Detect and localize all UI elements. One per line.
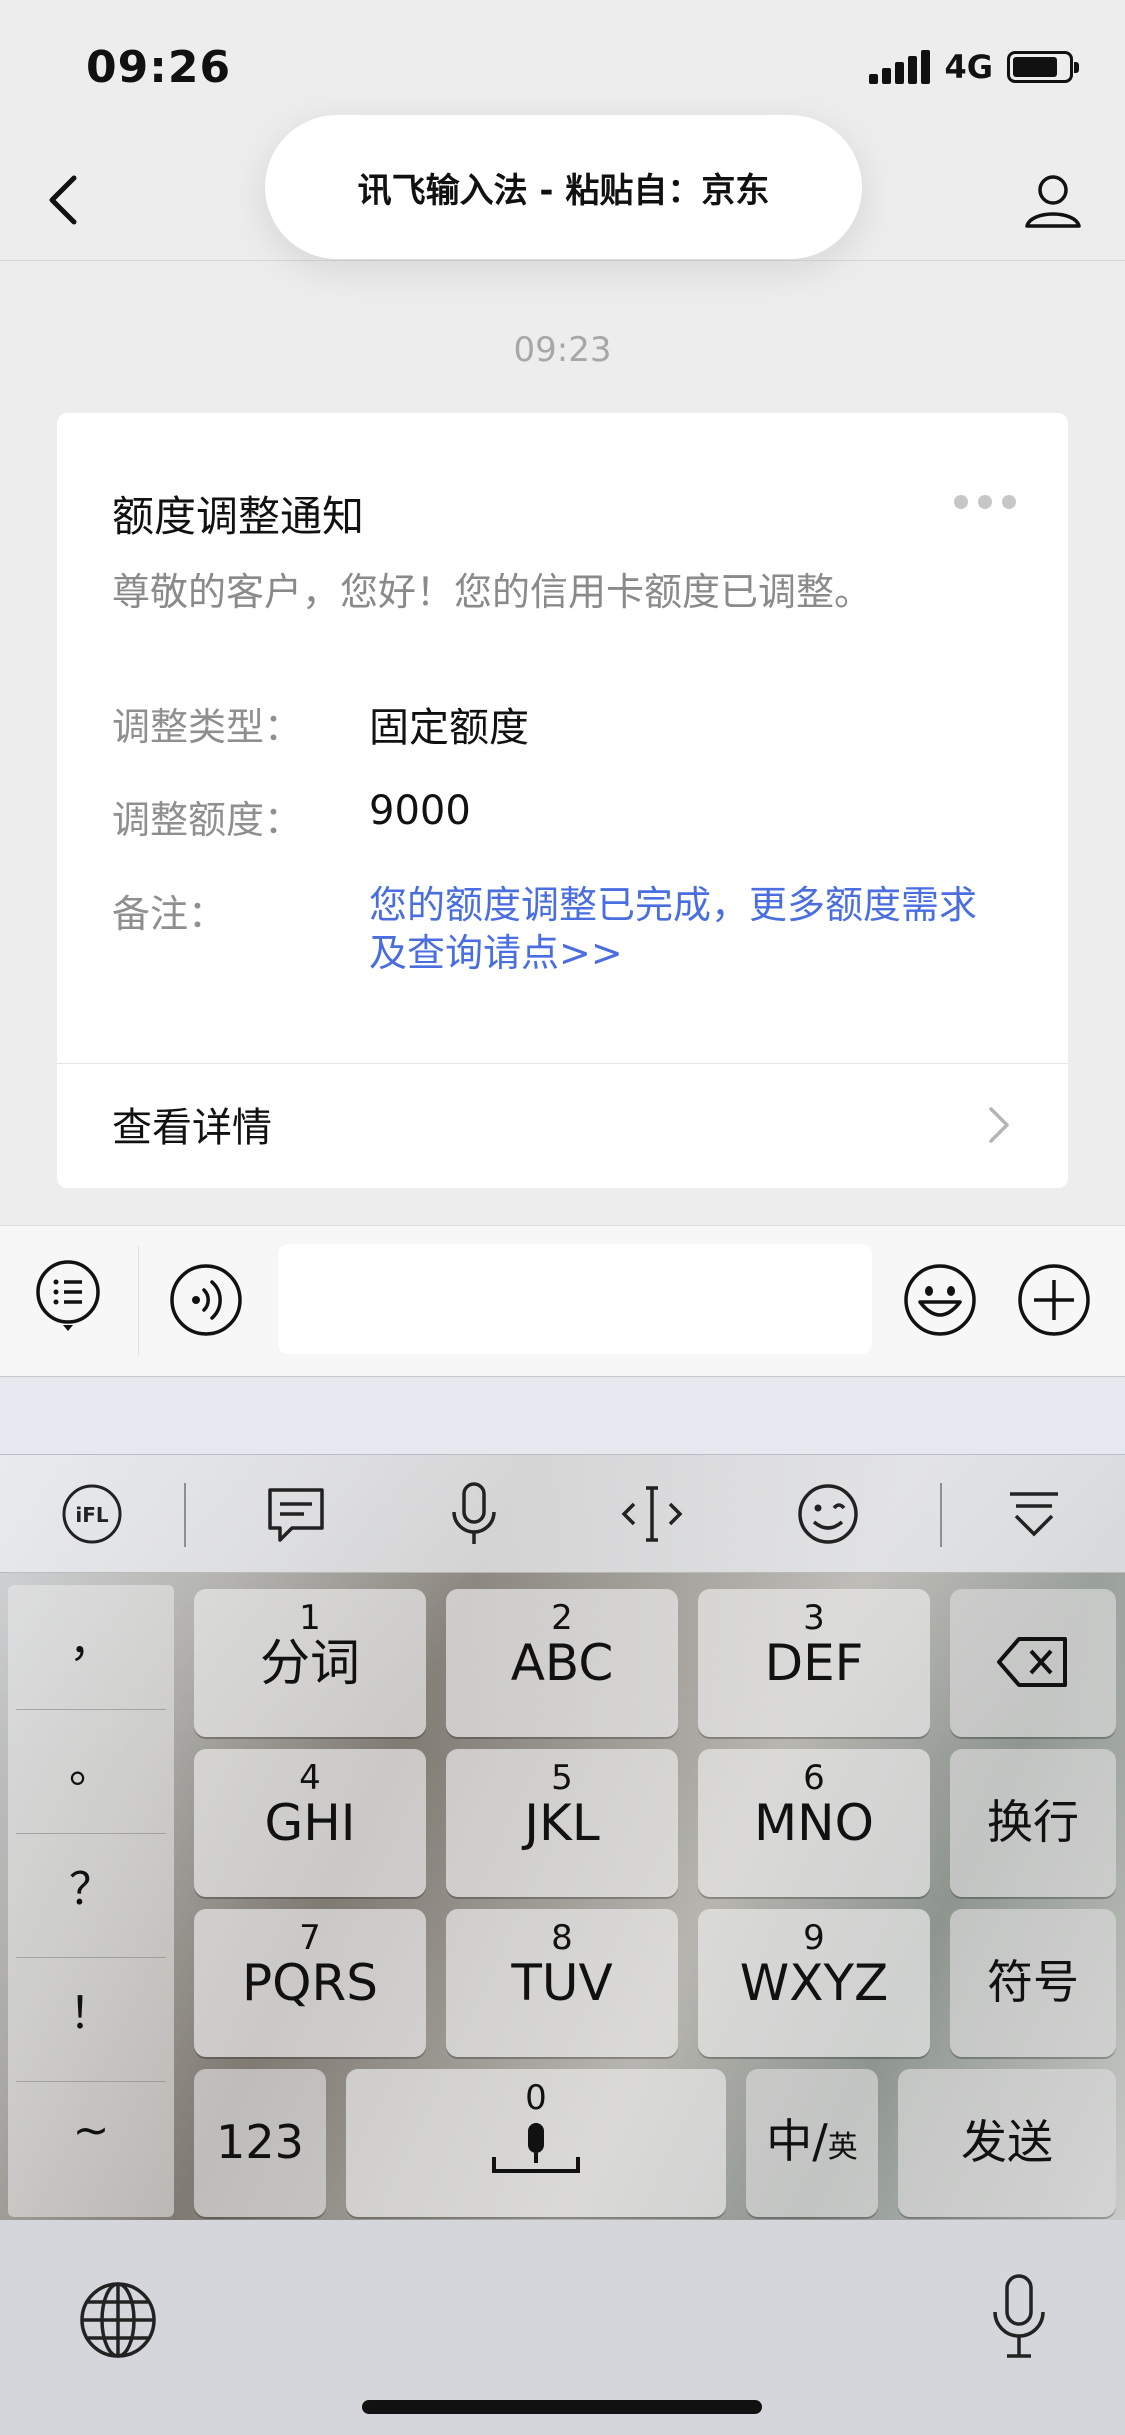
microphone-icon[interactable] bbox=[440, 1480, 508, 1548]
battery-icon bbox=[1007, 51, 1079, 83]
adjust-amount-value: 9000 bbox=[369, 788, 471, 834]
adjust-type-value: 固定额度 bbox=[369, 705, 529, 751]
send-key[interactable]: 发送 bbox=[898, 2069, 1116, 2217]
message-input[interactable] bbox=[278, 1244, 872, 1354]
punct-question[interactable]: ？ bbox=[8, 1853, 174, 1917]
more-options-icon[interactable] bbox=[954, 495, 1016, 509]
network-type: 4G bbox=[944, 48, 993, 86]
chat-input-bar bbox=[0, 1225, 1125, 1377]
add-plus-icon[interactable] bbox=[1016, 1262, 1092, 1338]
punctuation-column: ， 。 ？ ！ ~ bbox=[8, 1585, 174, 2217]
key-3[interactable]: 3 DEF bbox=[698, 1589, 930, 1737]
key-4[interactable]: 4 GHI bbox=[194, 1749, 426, 1897]
punct-period[interactable]: 。 bbox=[8, 1731, 174, 1795]
key-1[interactable]: 1 分词 bbox=[194, 1589, 426, 1737]
message-timestamp: 09:23 bbox=[513, 330, 612, 370]
emoji-wink-icon[interactable] bbox=[794, 1480, 862, 1548]
notification-card[interactable]: 额度调整通知 尊敬的客户，您好！您的信用卡额度已调整。 调整类型： 固定额度 调… bbox=[57, 413, 1068, 1188]
hide-keyboard-icon[interactable] bbox=[1000, 1480, 1068, 1548]
backspace-icon bbox=[997, 1637, 1067, 1687]
language-switch-key[interactable]: 中/英 bbox=[746, 2069, 878, 2217]
key-5[interactable]: 5 JKL bbox=[446, 1749, 678, 1897]
back-arrow-icon[interactable] bbox=[40, 170, 90, 230]
emoji-icon[interactable] bbox=[902, 1262, 978, 1338]
key-2[interactable]: 2 ABC bbox=[446, 1589, 678, 1737]
system-keyboard-bar bbox=[0, 2220, 1125, 2435]
status-time: 09:26 bbox=[86, 42, 232, 93]
ifly-logo-icon[interactable]: iFL bbox=[58, 1480, 126, 1548]
remark-label: 备注： bbox=[112, 892, 227, 936]
remark-link[interactable]: 您的额度调整已完成，更多额度需求及查询请点>> bbox=[369, 881, 1009, 977]
svg-text:iFL: iFL bbox=[75, 1503, 109, 1527]
punct-tilde[interactable]: ~ bbox=[8, 2105, 174, 2156]
symbols-key[interactable]: 符号 bbox=[950, 1909, 1116, 2057]
home-indicator[interactable] bbox=[362, 2400, 762, 2414]
toolbar-separator bbox=[184, 1483, 186, 1547]
dictation-mic-icon[interactable] bbox=[991, 2272, 1047, 2362]
key-9[interactable]: 9 WXYZ bbox=[698, 1909, 930, 2057]
punct-exclaim[interactable]: ！ bbox=[8, 1977, 174, 2041]
chat-bubble-icon[interactable] bbox=[262, 1480, 330, 1548]
card-divider bbox=[57, 1063, 1068, 1064]
adjust-amount-label: 调整额度： bbox=[112, 798, 303, 842]
key-7[interactable]: 7 PQRS bbox=[194, 1909, 426, 2057]
input-bar-separator bbox=[138, 1246, 139, 1356]
keyboard: iFL ， 。 ？ ！ ~ 1 分词 2 ABC 3 DEF 4 GHI 5 J… bbox=[0, 1455, 1125, 2220]
paste-toast: 讯飞输入法 - 粘贴自：京东 bbox=[265, 115, 862, 259]
toolbar-separator bbox=[940, 1483, 942, 1547]
cursor-move-icon[interactable] bbox=[618, 1480, 686, 1548]
key-8[interactable]: 8 TUV bbox=[446, 1909, 678, 2057]
punct-comma[interactable]: ， bbox=[8, 1605, 174, 1669]
signal-icon bbox=[869, 50, 931, 84]
keyboard-toolbar: iFL bbox=[0, 1455, 1125, 1573]
globe-icon[interactable] bbox=[78, 2280, 158, 2360]
card-title: 额度调整通知 bbox=[112, 492, 365, 541]
key-6[interactable]: 6 MNO bbox=[698, 1749, 930, 1897]
chevron-right-icon bbox=[989, 1107, 1009, 1143]
adjust-type-label: 调整类型： bbox=[112, 705, 303, 749]
voice-input-icon[interactable] bbox=[168, 1262, 244, 1338]
card-subtitle: 尊敬的客户，您好！您的信用卡额度已调整。 bbox=[112, 570, 873, 614]
space-key[interactable]: 0 bbox=[346, 2069, 726, 2217]
numbers-key[interactable]: 123 bbox=[194, 2069, 326, 2217]
space-mic-icon bbox=[492, 2123, 580, 2173]
header-divider bbox=[0, 260, 1125, 261]
newline-key[interactable]: 换行 bbox=[950, 1749, 1116, 1897]
menu-list-icon[interactable] bbox=[32, 1256, 108, 1332]
backspace-key[interactable] bbox=[950, 1589, 1116, 1737]
status-icons: 4G bbox=[869, 48, 1079, 86]
profile-icon[interactable] bbox=[1021, 168, 1085, 232]
candidate-bar bbox=[0, 1377, 1125, 1455]
view-details-link[interactable]: 查看详情 bbox=[112, 1095, 272, 1153]
